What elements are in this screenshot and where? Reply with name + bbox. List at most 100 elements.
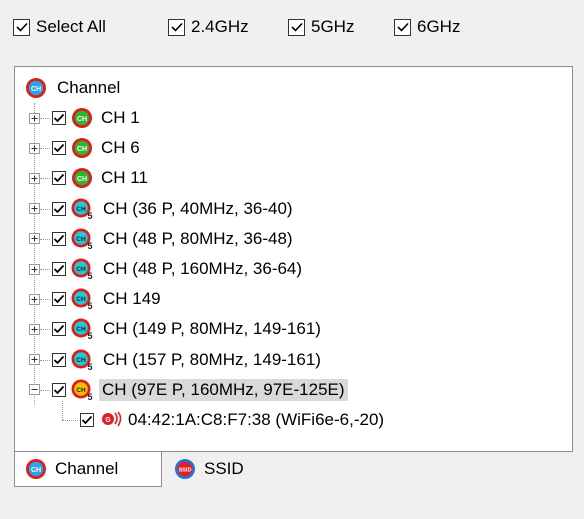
- band-2-4ghz-label: 2.4GHz: [191, 17, 249, 36]
- tree-connector-line: [40, 178, 50, 180]
- channel-label: CH 149: [103, 289, 161, 309]
- checkbox-icon: [13, 18, 30, 36]
- svg-text:5: 5: [87, 241, 92, 250]
- tree-root-label: Channel: [57, 78, 121, 97]
- svg-text:CH: CH: [31, 86, 41, 93]
- checkbox-icon[interactable]: [52, 262, 66, 276]
- channel-tree-item[interactable]: CH CH 1: [52, 105, 140, 131]
- channel-tree-item[interactable]: CH 5 CH (97E P, 160MHz, 97E-125E): [52, 377, 348, 403]
- channel-label: CH (48 P, 160MHz, 36-64): [103, 259, 303, 278]
- tree-connector-line: [40, 118, 50, 119]
- svg-text:CH: CH: [76, 266, 86, 273]
- bottom-tabs: CH Channel SSID SSID: [14, 452, 573, 488]
- expand-icon[interactable]: [29, 354, 40, 366]
- tree-child-line: [62, 400, 63, 420]
- channel-root-icon: CH: [25, 77, 47, 99]
- svg-text:CH: CH: [76, 206, 86, 213]
- ssid-icon: SSID: [174, 458, 196, 480]
- svg-text:CH: CH: [77, 146, 87, 153]
- svg-text:5: 5: [87, 392, 92, 401]
- channel-tree-item[interactable]: CH CH 6: [52, 135, 140, 161]
- ch-5-icon: CH 5: [71, 258, 95, 281]
- channel-label: CH (149 P, 80MHz, 149-161): [103, 319, 321, 339]
- svg-text:CH: CH: [77, 176, 87, 183]
- channel-tree-item[interactable]: CH 5 CH (36 P, 40MHz, 36-40): [52, 196, 293, 222]
- svg-text:5: 5: [87, 271, 92, 280]
- checkbox-icon[interactable]: [52, 292, 66, 307]
- ch-5-icon: CH 5: [71, 198, 95, 221]
- filter-bar: Select All 2.4GHz 5GHz 6GHz: [0, 0, 584, 56]
- channel-label: CH (48 P, 80MHz, 36-48): [103, 228, 293, 248]
- checkbox-icon[interactable]: [52, 322, 66, 337]
- ch-5-icon: CH 5: [71, 349, 95, 372]
- band-5ghz-label: 5GHz: [311, 17, 355, 36]
- checkbox-icon[interactable]: [52, 141, 66, 156]
- channel-tree[interactable]: CH Channel CH CH 1 CH CH 6 CH CH 11 CH 5 …: [14, 66, 573, 452]
- svg-text:SSID: SSID: [179, 468, 192, 474]
- tree-connector-line: [40, 299, 50, 301]
- channel-label: CH (36 P, 40MHz, 36-40): [103, 198, 293, 218]
- checkbox-icon[interactable]: [80, 413, 94, 427]
- ch-5-icon: CH 5: [71, 318, 95, 341]
- channel-tree-item[interactable]: CH 5 CH (149 P, 80MHz, 149-161): [52, 316, 321, 342]
- expand-icon[interactable]: [29, 112, 40, 124]
- expand-icon[interactable]: [29, 233, 40, 245]
- expand-icon[interactable]: [29, 203, 40, 215]
- checkbox-icon[interactable]: [52, 382, 66, 397]
- channel-tree-item[interactable]: CH 5 CH (48 P, 80MHz, 36-48): [52, 226, 293, 252]
- tab-channel-label: Channel: [55, 459, 119, 478]
- band-5ghz-checkbox[interactable]: 5GHz: [288, 17, 354, 37]
- ch-5-icon: CH 5: [71, 228, 95, 251]
- tab-channel[interactable]: CH Channel: [14, 452, 162, 487]
- expand-icon[interactable]: [29, 323, 40, 335]
- band-2-4ghz-checkbox[interactable]: 2.4GHz: [168, 17, 249, 37]
- checkbox-icon[interactable]: [52, 171, 66, 186]
- tree-connector-line: [40, 389, 50, 391]
- svg-text:CH: CH: [76, 387, 86, 394]
- tree-connector-line: [62, 420, 78, 421]
- expand-icon[interactable]: [29, 263, 40, 275]
- channel-tree-item[interactable]: CH 5 CH (157 P, 80MHz, 149-161): [52, 347, 321, 373]
- checkbox-icon: [394, 18, 411, 36]
- svg-text:CH: CH: [77, 116, 87, 123]
- checkbox-icon: [168, 18, 185, 36]
- checkbox-icon[interactable]: [52, 201, 66, 216]
- tree-connector-line: [40, 359, 50, 361]
- ch-6-icon: CH 5: [71, 379, 95, 402]
- select-all-checkbox[interactable]: Select All: [13, 17, 106, 37]
- checkbox-icon[interactable]: [52, 111, 66, 125]
- channel-tree-item[interactable]: CH 5 CH (48 P, 160MHz, 36-64): [52, 256, 302, 282]
- ch-2.4-icon: CH: [71, 107, 93, 129]
- access-point-icon: G: [100, 409, 122, 431]
- tree-root-channel[interactable]: CH Channel: [25, 75, 120, 101]
- expand-icon[interactable]: [29, 142, 40, 154]
- checkbox-icon[interactable]: [52, 231, 66, 246]
- ch-2.4-icon: CH: [71, 137, 93, 159]
- svg-text:5: 5: [87, 331, 92, 340]
- ap-tree-item[interactable]: G 04:42:1A:C8:F7:38 (WiFi6e-6,-20): [80, 407, 384, 433]
- ch-2.4-icon: CH: [71, 167, 93, 189]
- svg-text:CH: CH: [76, 357, 86, 364]
- channel-label: CH 1: [101, 108, 140, 127]
- tab-ssid-label: SSID: [204, 459, 244, 478]
- ch-5-icon: CH 5: [71, 288, 95, 311]
- expand-icon[interactable]: [29, 172, 40, 184]
- expand-icon[interactable]: [29, 293, 40, 305]
- tree-connector-line: [40, 208, 50, 210]
- svg-text:5: 5: [87, 211, 92, 220]
- band-6ghz-checkbox[interactable]: 6GHz: [394, 17, 460, 37]
- collapse-icon[interactable]: [29, 384, 40, 396]
- checkbox-icon: [288, 18, 305, 36]
- channel-icon: CH: [25, 458, 47, 480]
- svg-text:5: 5: [87, 301, 92, 310]
- svg-text:G: G: [105, 417, 111, 424]
- channel-label: CH 11: [101, 168, 148, 188]
- select-all-label: Select All: [36, 17, 106, 36]
- checkbox-icon[interactable]: [52, 352, 66, 367]
- channel-tree-item[interactable]: CH CH 11: [52, 165, 148, 191]
- channel-label: CH (97E P, 160MHz, 97E-125E): [99, 378, 348, 401]
- tab-ssid[interactable]: SSID SSID: [164, 452, 274, 486]
- svg-text:CH: CH: [76, 236, 86, 243]
- channel-tree-item[interactable]: CH 5 CH 149: [52, 286, 161, 312]
- svg-text:CH: CH: [31, 467, 41, 474]
